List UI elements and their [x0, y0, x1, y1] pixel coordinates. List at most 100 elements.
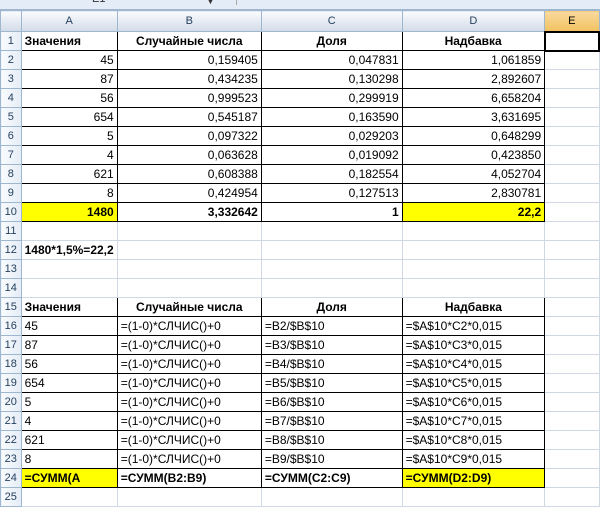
cell-e20[interactable] [544, 392, 600, 412]
cell-a19[interactable]: 654 [20, 373, 118, 393]
cell-b10[interactable]: 3,332642 [116, 202, 262, 222]
row-header[interactable]: 14 [0, 278, 22, 298]
row-header[interactable]: 12 [0, 240, 22, 260]
row-header[interactable]: 4 [0, 88, 22, 108]
cell-c3[interactable]: 0,130298 [260, 69, 403, 89]
cell-a18[interactable]: 56 [20, 354, 118, 374]
cell-c6[interactable]: 0,029203 [260, 126, 403, 146]
column-header-b[interactable]: B [116, 10, 262, 32]
cell-e22[interactable] [544, 430, 600, 450]
cell-b5[interactable]: 0,545187 [116, 107, 262, 127]
cell-a25[interactable] [20, 487, 118, 507]
row-header[interactable]: 24 [0, 468, 22, 488]
cell-e12[interactable] [544, 240, 600, 260]
row-header[interactable]: 13 [0, 259, 22, 279]
cell-b1[interactable]: Случайные числа [116, 31, 262, 51]
cell-c12[interactable] [260, 240, 403, 260]
cell-e21[interactable] [544, 411, 600, 431]
cell-c13[interactable] [260, 259, 403, 279]
row-header[interactable]: 5 [0, 107, 22, 127]
row-header[interactable]: 7 [0, 145, 22, 165]
name-box[interactable]: E1 [92, 0, 105, 5]
cell-b8[interactable]: 0,608388 [116, 164, 262, 184]
cell-b13[interactable] [116, 259, 262, 279]
cell-a10[interactable]: 1480 [20, 202, 118, 222]
name-box-dropdown-icon[interactable]: ▼ [206, 0, 215, 6]
cell-d14[interactable] [401, 278, 546, 298]
cell-d17[interactable]: =$A$10*C3*0,015 [401, 335, 546, 355]
select-all-corner[interactable] [0, 10, 22, 32]
cell-d1[interactable]: Надбавка [401, 31, 546, 51]
cell-c16[interactable]: =B2/$B$10 [260, 316, 403, 336]
cell-e23[interactable] [544, 449, 600, 469]
column-header-e[interactable]: E [544, 10, 600, 32]
cell-c1[interactable]: Доля [260, 31, 403, 51]
row-header[interactable]: 3 [0, 69, 22, 89]
cell-d19[interactable]: =$A$10*C5*0,015 [401, 373, 546, 393]
cell-c17[interactable]: =B3/$B$10 [260, 335, 403, 355]
row-header[interactable]: 21 [0, 411, 22, 431]
row-header[interactable]: 19 [0, 373, 22, 393]
cell-d16[interactable]: =$A$10*C2*0,015 [401, 316, 546, 336]
cell-c15[interactable]: Доля [260, 297, 403, 317]
cell-b11[interactable] [116, 221, 262, 241]
cell-a9[interactable]: 8 [20, 183, 118, 203]
cell-d22[interactable]: =$A$10*C8*0,015 [401, 430, 546, 450]
cell-c19[interactable]: =B5/$B$10 [260, 373, 403, 393]
cell-b23[interactable]: =(1-0)*СЛЧИС()+0 [116, 449, 262, 469]
cell-a22[interactable]: 621 [20, 430, 118, 450]
cell-a11[interactable] [20, 221, 118, 241]
row-header[interactable]: 1 [0, 31, 22, 51]
cell-d6[interactable]: 0,648299 [401, 126, 546, 146]
row-header[interactable]: 18 [0, 354, 22, 374]
row-header[interactable]: 17 [0, 335, 22, 355]
cell-c22[interactable]: =B8/$B$10 [260, 430, 403, 450]
cell-d3[interactable]: 2,892607 [401, 69, 546, 89]
cell-a2[interactable]: 45 [20, 50, 118, 70]
cell-e16[interactable] [544, 316, 600, 336]
cell-e3[interactable] [544, 69, 600, 89]
cell-b12[interactable] [116, 240, 262, 260]
row-header[interactable]: 22 [0, 430, 22, 450]
row-header[interactable]: 23 [0, 449, 22, 469]
cell-a14[interactable] [20, 278, 118, 298]
cell-b16[interactable]: =(1-0)*СЛЧИС()+0 [116, 316, 262, 336]
cell-a24[interactable]: =СУММ(А [20, 468, 118, 488]
cell-b4[interactable]: 0,999523 [116, 88, 262, 108]
row-header[interactable]: 11 [0, 221, 22, 241]
cell-a12[interactable]: 1480*1,5%=22,2 [20, 240, 118, 260]
cell-d9[interactable]: 2,830781 [401, 183, 546, 203]
row-header[interactable]: 20 [0, 392, 22, 412]
cell-b25[interactable] [116, 487, 262, 507]
column-header-d[interactable]: D [401, 10, 546, 32]
cell-a13[interactable] [20, 259, 118, 279]
row-header[interactable]: 8 [0, 164, 22, 184]
row-header[interactable]: 10 [0, 202, 22, 222]
cell-a17[interactable]: 87 [20, 335, 118, 355]
cell-e19[interactable] [544, 373, 600, 393]
cell-b18[interactable]: =(1-0)*СЛЧИС()+0 [116, 354, 262, 374]
cell-b9[interactable]: 0,424954 [116, 183, 262, 203]
cell-e9[interactable] [544, 183, 600, 203]
cell-b22[interactable]: =(1-0)*СЛЧИС()+0 [116, 430, 262, 450]
cell-e25[interactable] [544, 487, 600, 507]
cell-e15[interactable] [544, 297, 600, 317]
cell-e14[interactable] [544, 278, 600, 298]
cell-c9[interactable]: 0,127513 [260, 183, 403, 203]
cell-b2[interactable]: 0,159405 [116, 50, 262, 70]
cell-b14[interactable] [116, 278, 262, 298]
cell-e2[interactable] [544, 50, 600, 70]
column-header-a[interactable]: A [20, 10, 118, 32]
cell-d21[interactable]: =$A$10*C7*0,015 [401, 411, 546, 431]
row-header[interactable]: 16 [0, 316, 22, 336]
cell-e13[interactable] [544, 259, 600, 279]
cell-c25[interactable] [260, 487, 403, 507]
cell-d18[interactable]: =$A$10*C4*0,015 [401, 354, 546, 374]
cell-d23[interactable]: =$A$10*C9*0,015 [401, 449, 546, 469]
cell-b21[interactable]: =(1-0)*СЛЧИС()+0 [116, 411, 262, 431]
cell-c24[interactable]: =СУММ(C2:C9) [260, 468, 403, 488]
cell-a7[interactable]: 4 [20, 145, 118, 165]
cell-d15[interactable]: Надбавка [401, 297, 546, 317]
cell-d2[interactable]: 1,061859 [401, 50, 546, 70]
column-header-c[interactable]: C [260, 10, 403, 32]
